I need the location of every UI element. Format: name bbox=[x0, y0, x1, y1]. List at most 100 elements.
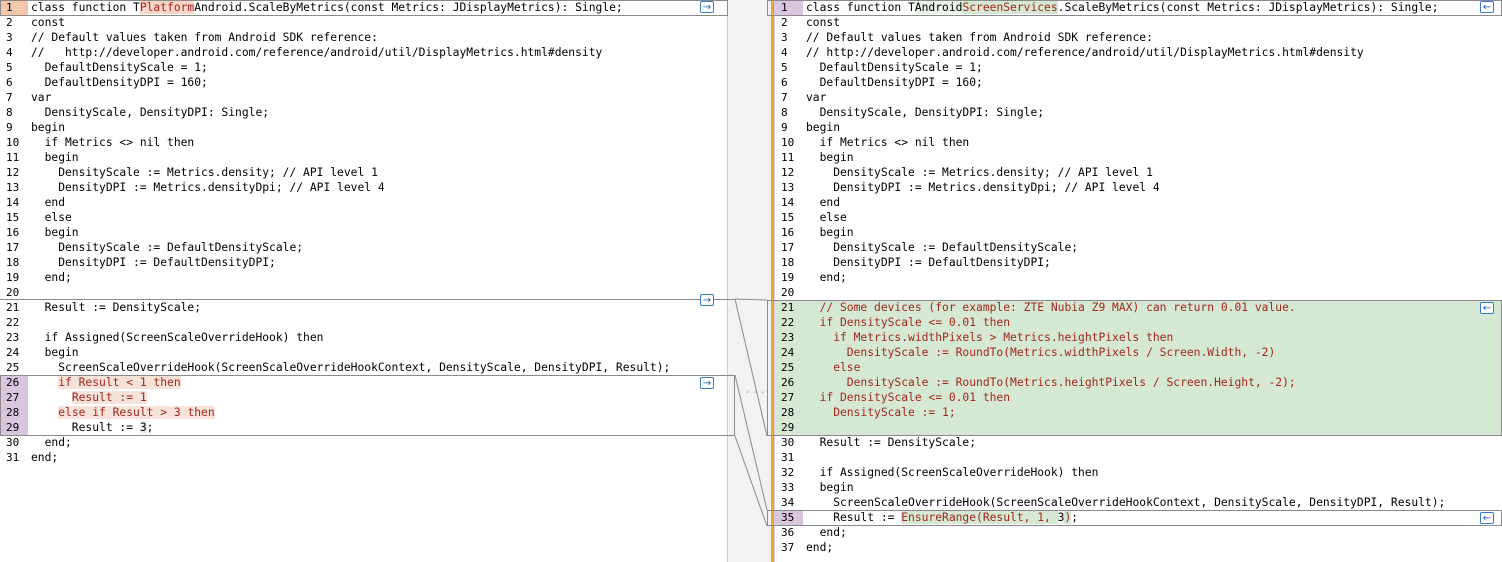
code-text: end; bbox=[806, 541, 834, 554]
line-number: 10 bbox=[781, 136, 795, 149]
line-number: 30 bbox=[781, 436, 795, 449]
right-code-line[interactable]: 13 DensityDPI := Metrics.densityDpi; // … bbox=[775, 180, 1502, 195]
left-code-line[interactable]: 17 DensityScale := DefaultDensityScale; bbox=[0, 240, 727, 255]
right-code-line[interactable]: 10 if Metrics <> nil then bbox=[775, 135, 1502, 150]
line-number: 31 bbox=[6, 451, 20, 464]
left-code-line[interactable]: 3 // Default values taken from Android SD… bbox=[0, 30, 727, 45]
right-code-line[interactable]: 1 class function TAndroidScreenServices.S… bbox=[775, 0, 1502, 15]
left-code-line[interactable]: 12 DensityScale := Metrics.density; // A… bbox=[0, 165, 727, 180]
copy-left-arrow-icon[interactable]: ← bbox=[1480, 512, 1494, 524]
left-code-line[interactable]: 13 DensityDPI := Metrics.densityDpi; // … bbox=[0, 180, 727, 195]
right-code-line[interactable]: 9 begin bbox=[775, 120, 1502, 135]
right-code-line[interactable]: 18 DensityDPI := DefaultDensityDPI; bbox=[775, 255, 1502, 270]
right-code-line[interactable]: 23 if Metrics.widthPixels > Metrics.heig… bbox=[775, 330, 1502, 345]
copy-right-arrow-icon[interactable]: → bbox=[700, 1, 714, 13]
left-code-line[interactable]: 26 if Result < 1 then bbox=[0, 375, 727, 390]
left-code-line[interactable]: 18 DensityDPI := DefaultDensityDPI; bbox=[0, 255, 727, 270]
code-text: begin bbox=[806, 121, 841, 134]
right-code-line[interactable]: 21 // Some devices (for example: ZTE Nub… bbox=[775, 300, 1502, 315]
code-token: Result := bbox=[31, 421, 140, 434]
left-diff-pane[interactable]: 1 class function TPlatformAndroid.ScaleBy… bbox=[0, 0, 727, 562]
right-code-line[interactable]: 30 Result := DensityScale; bbox=[775, 435, 1502, 450]
code-text: DensityDPI := DefaultDensityDPI; bbox=[806, 256, 1051, 269]
left-code-line[interactable]: 20 bbox=[0, 285, 727, 300]
right-code-line[interactable]: 22 if DensityScale <= 0.01 then bbox=[775, 315, 1502, 330]
left-code-line[interactable]: 25 ScreenScaleOverrideHook(ScreenScaleOv… bbox=[0, 360, 727, 375]
left-code-line[interactable]: 28 else if Result > 3 then bbox=[0, 405, 727, 420]
right-code-line[interactable]: 24 DensityScale := RoundTo(Metrics.width… bbox=[775, 345, 1502, 360]
left-code-line[interactable]: 22 bbox=[0, 315, 727, 330]
right-code-line[interactable]: 20 bbox=[775, 285, 1502, 300]
code-text: Result := DensityScale; bbox=[806, 436, 977, 449]
line-number: 14 bbox=[781, 196, 795, 209]
right-code-line[interactable]: 28 DensityScale := 1; bbox=[775, 405, 1502, 420]
right-code-line[interactable]: 11 begin bbox=[775, 150, 1502, 165]
left-code-line[interactable]: 10 if Metrics <> nil then bbox=[0, 135, 727, 150]
right-code-line[interactable]: 6 DefaultDensityDPI = 160; bbox=[775, 75, 1502, 90]
right-code-line[interactable]: 25 else bbox=[775, 360, 1502, 375]
line-number: 5 bbox=[781, 61, 788, 74]
right-code-line[interactable]: 3 // Default values taken from Android SD… bbox=[775, 30, 1502, 45]
left-code-line[interactable]: 6 DefaultDensityDPI = 160; bbox=[0, 75, 727, 90]
left-code-line[interactable]: 7 var bbox=[0, 90, 727, 105]
right-code-line[interactable]: 36 end; bbox=[775, 525, 1502, 540]
right-code-line[interactable]: 37 end; bbox=[775, 540, 1502, 555]
left-code-line[interactable]: 23 if Assigned(ScreenScaleOverrideHook) … bbox=[0, 330, 727, 345]
left-code-line[interactable]: 19 end; bbox=[0, 270, 727, 285]
copy-left-arrow-icon[interactable]: ← bbox=[1480, 1, 1494, 13]
right-code-line[interactable]: 27 if DensityScale <= 0.01 then bbox=[775, 390, 1502, 405]
right-code-line[interactable]: 7 var bbox=[775, 90, 1502, 105]
left-code-line[interactable]: 5 DefaultDensityScale = 1; bbox=[0, 60, 727, 75]
right-code-line[interactable]: 32 if Assigned(ScreenScaleOverrideHook) … bbox=[775, 465, 1502, 480]
left-code-line[interactable]: 4 // http://developer.android.com/referen… bbox=[0, 45, 727, 60]
code-text: DensityScale := RoundTo(Metrics.heightPi… bbox=[806, 376, 1296, 389]
code-text: Result := 3; bbox=[31, 420, 727, 435]
right-code-line[interactable]: 34 ScreenScaleOverrideHook(ScreenScaleOv… bbox=[775, 495, 1502, 510]
left-code-line[interactable]: 15 else bbox=[0, 210, 727, 225]
left-code-line[interactable]: 14 end bbox=[0, 195, 727, 210]
left-code-line[interactable]: 21 Result := DensityScale; bbox=[0, 300, 727, 315]
line-number: 30 bbox=[6, 436, 20, 449]
right-code-line[interactable]: 35 Result := EnsureRange(Result, 1, 3); bbox=[775, 510, 1502, 525]
left-code-line[interactable]: 27 Result := 1 bbox=[0, 390, 727, 405]
right-code-line[interactable]: 4 // http://developer.android.com/referen… bbox=[775, 45, 1502, 60]
left-code-line[interactable]: 9 begin bbox=[0, 120, 727, 135]
left-code-line[interactable]: 2 const bbox=[0, 15, 727, 30]
left-code-line[interactable]: 30 end; bbox=[0, 435, 727, 450]
right-code-line[interactable]: 2 const bbox=[775, 15, 1502, 30]
right-diff-pane[interactable]: 1 class function TAndroidScreenServices.S… bbox=[775, 0, 1502, 562]
right-code-line[interactable]: 19 end; bbox=[775, 270, 1502, 285]
line-number: 8 bbox=[6, 106, 13, 119]
left-code-line[interactable]: 1 class function TPlatformAndroid.ScaleBy… bbox=[0, 0, 727, 15]
left-code-line[interactable]: 11 begin bbox=[0, 150, 727, 165]
right-code-line[interactable]: 16 begin bbox=[775, 225, 1502, 240]
left-code-line[interactable]: 8 DensityScale, DensityDPI: Single; bbox=[0, 105, 727, 120]
left-code-line[interactable]: 29 Result := 3; bbox=[0, 420, 727, 435]
right-code-line[interactable]: 26 DensityScale := RoundTo(Metrics.heigh… bbox=[775, 375, 1502, 390]
code-text: // Default values taken from Android SDK… bbox=[806, 31, 1153, 44]
code-text: // http://developer.android.com/referenc… bbox=[31, 46, 603, 59]
code-text: if DensityScale <= 0.01 then bbox=[806, 391, 1011, 404]
code-text: begin bbox=[806, 226, 854, 239]
copy-right-arrow-icon[interactable]: → bbox=[700, 294, 714, 306]
copy-right-arrow-icon[interactable]: → bbox=[700, 377, 714, 389]
right-code-line[interactable]: 8 DensityScale, DensityDPI: Single; bbox=[775, 105, 1502, 120]
right-code-line[interactable]: 15 else bbox=[775, 210, 1502, 225]
right-code-line[interactable]: 33 begin bbox=[775, 480, 1502, 495]
right-code-line[interactable]: 31 bbox=[775, 450, 1502, 465]
code-token: class function T bbox=[31, 1, 140, 14]
right-code-line[interactable]: 14 end bbox=[775, 195, 1502, 210]
copy-left-arrow-icon[interactable]: ← bbox=[1480, 302, 1494, 314]
left-code-line[interactable]: 24 begin bbox=[0, 345, 727, 360]
left-code-line[interactable]: 16 begin bbox=[0, 225, 727, 240]
line-number: 28 bbox=[0, 405, 28, 420]
right-code-line[interactable]: 12 DensityScale := Metrics.density; // A… bbox=[775, 165, 1502, 180]
right-code-line[interactable]: 29 bbox=[775, 420, 1502, 435]
code-text: var bbox=[806, 91, 827, 104]
right-code-line[interactable]: 5 DefaultDensityScale = 1; bbox=[775, 60, 1502, 75]
code-text: const bbox=[806, 16, 841, 29]
line-number: 37 bbox=[781, 541, 795, 554]
left-code-line[interactable]: 31 end; bbox=[0, 450, 727, 465]
right-code-line[interactable]: 17 DensityScale := DefaultDensityScale; bbox=[775, 240, 1502, 255]
